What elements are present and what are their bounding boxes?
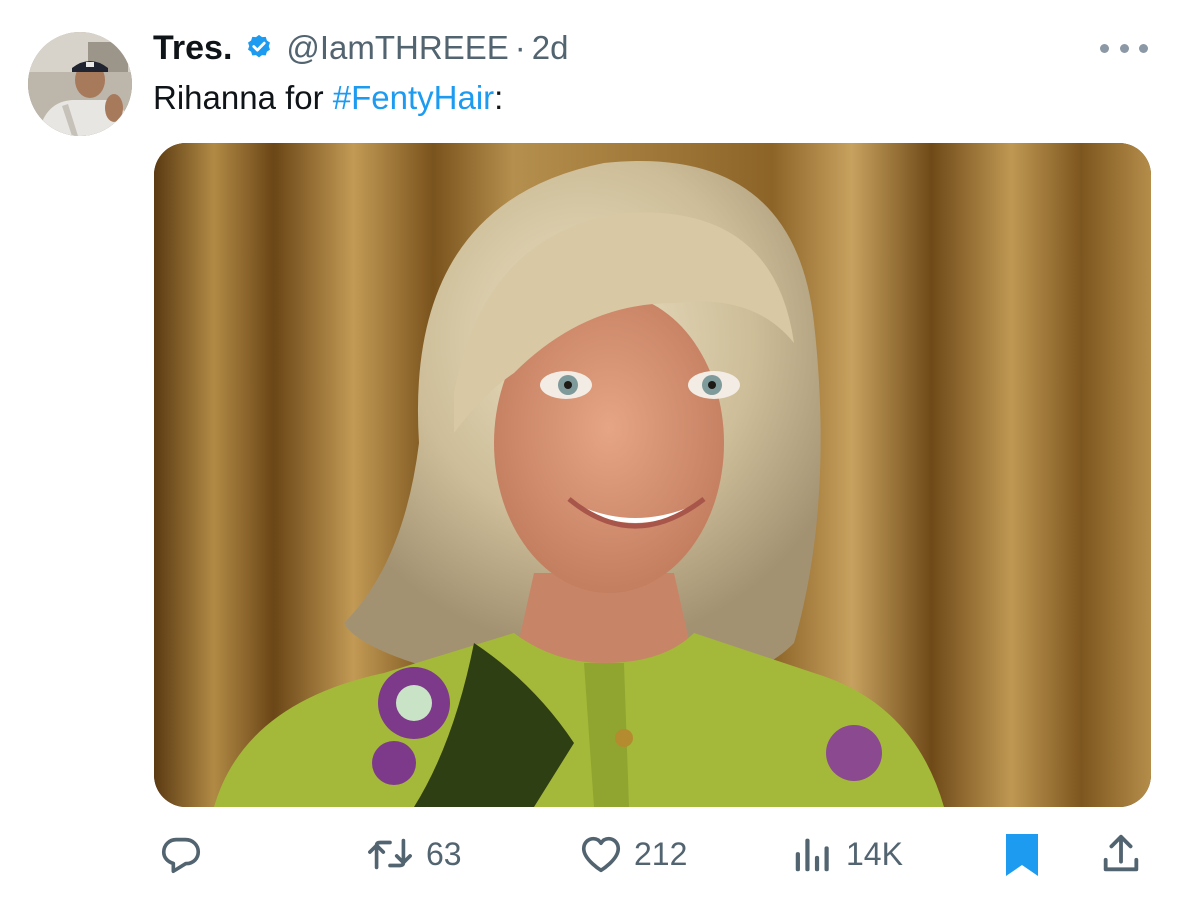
avatar[interactable] — [28, 32, 132, 136]
share-button[interactable] — [1098, 830, 1144, 878]
tweet-card[interactable]: Tres. @IamTHREEE · 2d Rihanna for #Fenty… — [0, 0, 1179, 897]
analytics-icon — [795, 838, 829, 872]
separator-dot: · — [514, 29, 526, 66]
hashtag-link[interactable]: #FentyHair — [333, 79, 494, 116]
reply-icon — [161, 837, 201, 874]
more-options-icon[interactable] — [1100, 38, 1148, 58]
tweet-timestamp[interactable]: 2d — [532, 29, 569, 67]
retweet-button[interactable]: 63 — [364, 830, 462, 878]
tweet-media-image[interactable] — [154, 143, 1151, 807]
views-count: 14K — [846, 835, 903, 872]
author-handle[interactable]: @IamTHREEE — [286, 29, 508, 67]
tweet-text-after: : — [494, 79, 504, 116]
verified-badge-icon[interactable] — [244, 33, 274, 63]
display-name[interactable]: Tres. — [153, 29, 232, 68]
views-button[interactable]: 14K — [790, 830, 903, 878]
reply-button[interactable] — [158, 830, 204, 878]
retweet-count: 63 — [426, 835, 462, 872]
tweet-header: Tres. @IamTHREEE · 2d — [153, 26, 568, 70]
heart-icon — [581, 836, 621, 873]
bookmark-button[interactable] — [1000, 830, 1044, 878]
action-bar: 63 212 14K — [0, 822, 1179, 886]
tweet-text-before: Rihanna for — [153, 79, 333, 116]
like-button[interactable]: 212 — [578, 830, 687, 878]
share-icon — [1103, 834, 1139, 872]
retweet-icon — [368, 838, 412, 870]
tweet-text: Rihanna for #FentyHair: — [153, 76, 503, 120]
bookmark-icon — [1006, 834, 1038, 876]
like-count: 212 — [634, 835, 688, 872]
